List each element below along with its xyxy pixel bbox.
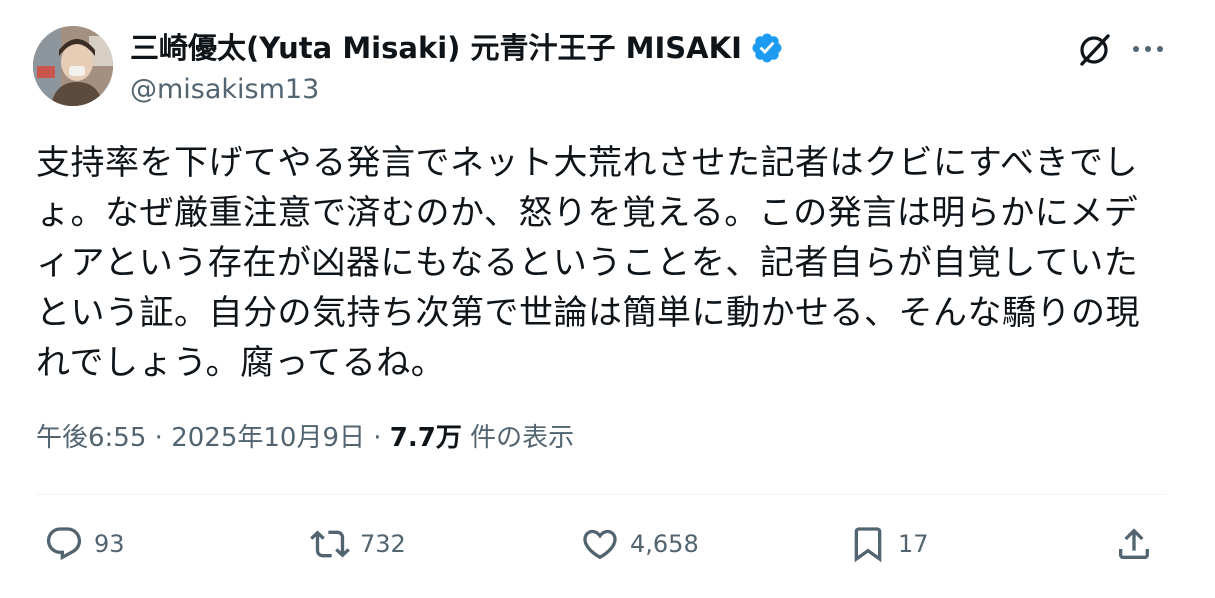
like-button[interactable]: 4,658 [580,520,699,568]
share-icon [1119,528,1149,559]
heart-icon [583,529,617,560]
meta-separator: · [373,423,382,453]
author-display-name[interactable]: 三崎優太(Yuta Misaki) 元青汁王子 MISAKI [130,28,784,68]
verified-badge-icon[interactable] [750,31,784,65]
divider [36,494,1166,495]
retweet-icon [310,530,350,558]
bookmark-icon [854,527,882,563]
reply-icon [46,527,82,561]
views-label: 件の表示 [470,423,575,453]
reply-count: 93 [94,530,125,558]
author-handle[interactable]: @misakism13 [130,72,319,108]
more-icon[interactable] [1130,34,1166,64]
tweet-date[interactable]: 2025年10月9日 [171,423,365,453]
bookmark-button[interactable]: 17 [848,520,929,568]
retweet-button[interactable]: 732 [310,520,406,568]
tweet-card: 三崎優太(Yuta Misaki) 元青汁王子 MISAKI @misakism… [0,0,1215,598]
tweet-time[interactable]: 午後6:55 [36,423,146,453]
reply-button[interactable]: 93 [44,520,125,568]
like-count: 4,658 [630,530,699,558]
tweet-text: 支持率を下げてやる発言でネット大荒れさせた記者はクビにすべきでしょ。なぜ厳重注意… [36,143,1140,383]
profile-photo-icon [33,26,113,106]
bookmark-count: 17 [898,530,929,558]
grok-icon[interactable] [1074,30,1114,70]
views-count: 7.7万 [389,423,462,453]
author-name-text: 三崎優太(Yuta Misaki) 元青汁王子 MISAKI [130,31,742,65]
avatar[interactable] [33,26,113,106]
tweet-meta: 午後6:55 · 2025年10月9日 · 7.7万 件の表示 [36,418,574,458]
share-button[interactable] [1114,520,1154,568]
retweet-count: 732 [360,530,406,558]
meta-separator: · [154,423,163,453]
